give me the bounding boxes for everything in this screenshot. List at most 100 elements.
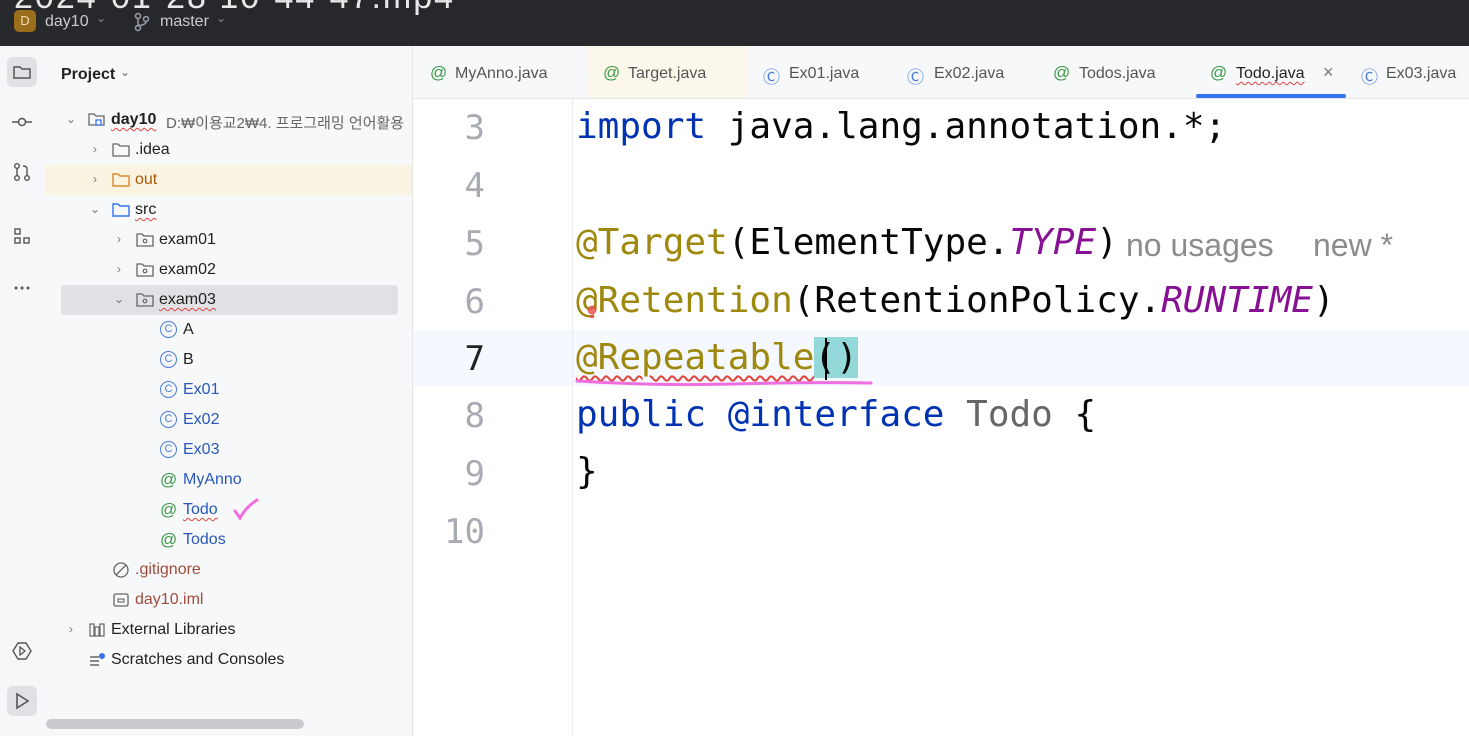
line-number: 6 (464, 282, 485, 322)
tree-item-gitignore[interactable]: .gitignore (46, 555, 412, 585)
module-folder-icon (88, 113, 105, 126)
chevron-right-icon[interactable]: › (112, 232, 126, 246)
chevron-down-icon[interactable]: ⌄ (120, 65, 130, 79)
chevron-down-icon[interactable]: ⌄ (64, 112, 78, 126)
static-field: RUNTIME (1161, 280, 1313, 321)
tree-item-scratches[interactable]: Scratches and Consoles (46, 645, 412, 675)
annotation-icon: @ (603, 63, 621, 82)
tree-item-day10-iml[interactable]: day10.iml (46, 585, 412, 615)
annotation-icon: @ (430, 63, 448, 82)
tree-item-A[interactable]: C A (46, 315, 412, 345)
author-inlay-hint[interactable]: new * (1313, 227, 1393, 264)
class-icon: C (160, 381, 177, 398)
chevron-right-icon[interactable]: › (88, 142, 102, 156)
class-icon: C (160, 351, 177, 368)
code-line-9: } (576, 451, 598, 492)
chevron-down-icon[interactable]: ⌄ (216, 11, 226, 25)
more-icon (14, 286, 30, 290)
annotation: @Retention (576, 280, 793, 321)
tree-item-label: out (135, 171, 158, 188)
gutter-divider (572, 99, 573, 736)
code-text: { (1052, 394, 1097, 435)
tree-item-Todos[interactable]: @ Todos (46, 525, 412, 555)
text-caret (825, 338, 827, 380)
run-icon (16, 692, 30, 710)
branch-name[interactable]: master (160, 13, 209, 31)
package-icon (136, 233, 154, 247)
tree-item-label: Todos (183, 531, 226, 548)
tab-myanno[interactable]: @ MyAnno.java (413, 46, 585, 98)
structure-tool-button[interactable] (7, 221, 37, 251)
tree-item-external-libraries[interactable]: › External Libraries (46, 615, 412, 645)
annotation: @Repeatable (576, 337, 815, 378)
tab-ex02[interactable]: Ⓒ Ex02.java (893, 46, 1033, 98)
run-class-icon: Ⓒ (1361, 68, 1378, 87)
annotation-icon: @ (160, 530, 178, 549)
project-tool-button[interactable] (7, 57, 37, 87)
tree-item-day10[interactable]: ⌄ day10 D:₩이용교2₩4. 프로그래밍 언어활용 (46, 105, 412, 135)
services-tool-button[interactable] (7, 636, 37, 666)
code-editor[interactable]: 3 4 5 6 7 8 9 10 import java.lang.annota… (413, 99, 1469, 736)
line-number: 5 (464, 224, 485, 264)
tree-item-label: MyAnno (183, 471, 242, 488)
commit-tool-button[interactable] (7, 107, 37, 137)
chevron-right-icon[interactable]: › (112, 262, 126, 276)
code-line-7: @Repeatable() (576, 337, 858, 378)
usages-inlay-hint[interactable]: no usages (1126, 227, 1274, 264)
class-icon: Ⓒ (763, 68, 780, 87)
structure-icon (14, 228, 30, 244)
more-tools-button[interactable] (7, 271, 37, 301)
pull-requests-tool-button[interactable] (7, 157, 37, 187)
tab-todo[interactable]: @ Todo.java × (1195, 46, 1347, 98)
tree-item-Ex03[interactable]: C Ex03 (46, 435, 412, 465)
tree-item-label: exam02 (159, 261, 216, 278)
chevron-down-icon[interactable]: ⌄ (88, 202, 102, 216)
tab-target[interactable]: @ Target.java (587, 46, 747, 98)
panel-title[interactable]: Project (61, 66, 115, 84)
tree-item-Ex01[interactable]: C Ex01 (46, 375, 412, 405)
chevron-down-icon[interactable]: ⌄ (112, 292, 126, 306)
tree-item-label: External Libraries (111, 621, 236, 638)
tab-todos[interactable]: @ Todos.java (1037, 46, 1187, 98)
project-path: D:₩이용교2₩4. 프로그래밍 언어활용 (166, 115, 405, 132)
tree-item-idea[interactable]: › .idea (46, 135, 412, 165)
active-tab-indicator (1196, 94, 1346, 98)
close-icon[interactable]: × (1323, 62, 1334, 83)
git-branch-icon[interactable] (134, 12, 150, 32)
tree-item-exam02[interactable]: › exam02 (46, 255, 412, 285)
annotation: @Target (576, 222, 728, 263)
folder-icon (13, 66, 31, 79)
excluded-folder-icon (112, 173, 130, 187)
tab-label: Ex03.java (1386, 65, 1457, 82)
tree-item-label: Ex01 (183, 381, 220, 398)
tree-item-Todo[interactable]: @ Todo (46, 495, 412, 525)
tree-item-label: Scratches and Consoles (111, 651, 285, 668)
project-badge[interactable]: D (14, 10, 36, 32)
line-number: 4 (464, 166, 485, 206)
chevron-right-icon[interactable]: › (64, 622, 78, 636)
chevron-down-icon[interactable]: ⌄ (96, 11, 106, 25)
pen-checkmark (233, 498, 259, 521)
tree-item-label: Todo (183, 501, 218, 518)
tree-item-label: day10.iml (135, 591, 204, 608)
tree-item-label: exam01 (159, 231, 216, 248)
tree-item-Ex02[interactable]: C Ex02 (46, 405, 412, 435)
tree-item-out[interactable]: › out (46, 165, 412, 195)
tab-ex03[interactable]: Ⓒ Ex03.java (1351, 46, 1469, 98)
tree-item-exam03[interactable]: ⌄ exam03 (61, 285, 398, 315)
class-icon: C (160, 321, 177, 338)
horizontal-scrollbar[interactable] (46, 719, 304, 729)
run-tool-button[interactable] (7, 686, 37, 716)
tree-item-B[interactable]: C B (46, 345, 412, 375)
commit-icon (12, 117, 32, 127)
tree-item-MyAnno[interactable]: @ MyAnno (46, 465, 412, 495)
tab-ex01[interactable]: Ⓒ Ex01.java (749, 46, 889, 98)
tree-item-exam01[interactable]: › exam01 (46, 225, 412, 255)
run-class-icon: C (160, 441, 177, 458)
chevron-right-icon[interactable]: › (88, 172, 102, 186)
tree-item-src[interactable]: ⌄ src (46, 195, 412, 225)
lightbulb-icon[interactable] (585, 304, 599, 320)
keyword: @interface (706, 394, 945, 435)
keyword: public (576, 394, 707, 435)
project-name[interactable]: day10 (45, 13, 89, 31)
